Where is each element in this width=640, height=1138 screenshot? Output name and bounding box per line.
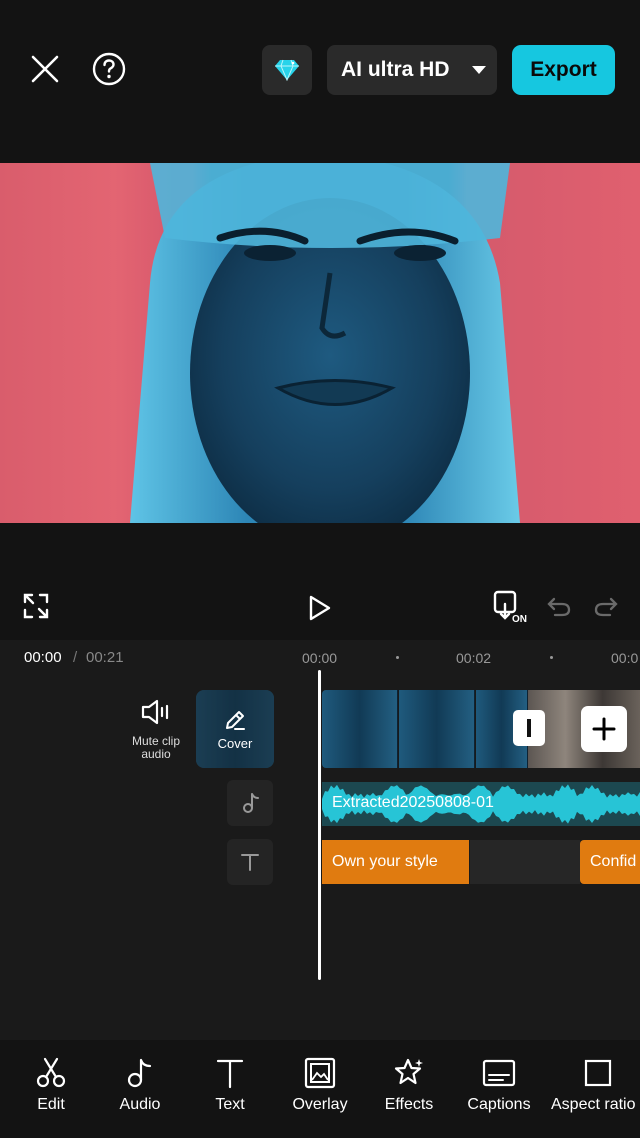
cover-overlay: Cover <box>196 690 274 768</box>
add-audio-track-button[interactable] <box>227 780 273 826</box>
chevron-down-icon <box>471 66 486 74</box>
cover-label: Cover <box>217 735 253 751</box>
redo-icon <box>594 597 618 617</box>
premium-button[interactable] <box>262 45 312 95</box>
fullscreen-icon <box>23 593 49 619</box>
tool-text[interactable]: Text <box>190 1056 270 1114</box>
fullscreen-button[interactable] <box>18 588 54 624</box>
text-track-gap <box>470 840 580 884</box>
tool-label: Audio <box>119 1096 161 1113</box>
cover-button[interactable]: Cover <box>196 690 274 768</box>
mute-label-line2: audio <box>141 747 171 761</box>
quality-dropdown[interactable]: AI ultra HD <box>327 45 497 95</box>
add-clip-button[interactable] <box>581 706 627 752</box>
plus-icon <box>592 717 616 741</box>
aspect-ratio-icon <box>581 1056 615 1090</box>
top-bar: AI ultra HD Export <box>0 0 640 140</box>
scissors-icon <box>34 1056 68 1090</box>
ruler-tick-label: 00:02 <box>456 650 492 666</box>
snap-on-badge: ON <box>512 614 527 625</box>
export-button[interactable]: Export <box>512 45 615 95</box>
time-separator: / <box>73 649 78 666</box>
undo-icon <box>547 597 571 617</box>
quality-label: AI ultra HD <box>341 58 450 81</box>
tool-label: Text <box>215 1096 245 1113</box>
diamond-icon <box>275 59 299 81</box>
close-button[interactable] <box>22 46 68 92</box>
help-button[interactable] <box>86 46 132 92</box>
audio-clip-label: Extracted20250808-01 <box>332 794 494 811</box>
video-frame-thumbnail <box>322 690 398 768</box>
tool-label: Edit <box>37 1096 65 1113</box>
play-button[interactable] <box>300 588 340 628</box>
video-preview[interactable] <box>0 163 640 523</box>
music-note-icon <box>123 1056 157 1090</box>
tool-label: Captions <box>467 1096 531 1113</box>
transition-button[interactable] <box>513 710 545 746</box>
tool-edit[interactable]: Edit <box>11 1056 91 1114</box>
captions-icon <box>482 1056 516 1090</box>
audio-clip-track[interactable]: Extracted20250808-01 <box>322 782 640 826</box>
bottom-toolbar: Edit Audio Text Overlay Effects Captions… <box>0 1040 640 1138</box>
redo-button[interactable] <box>590 590 622 622</box>
tool-effects[interactable]: Effects <box>369 1056 449 1114</box>
effects-star-icon <box>392 1056 426 1090</box>
text-clip[interactable]: Confid <box>580 840 640 884</box>
ruler-tick-label: 00:00 <box>302 650 338 666</box>
overlay-icon <box>303 1056 337 1090</box>
undo-button[interactable] <box>543 590 575 622</box>
text-icon <box>241 854 259 871</box>
tool-label: Overlay <box>292 1096 348 1113</box>
speaker-icon <box>141 699 169 725</box>
ruler-tick-label: 00:0 <box>611 650 639 666</box>
add-text-track-button[interactable] <box>227 839 273 885</box>
snap-toggle-button[interactable]: ON <box>490 586 534 630</box>
help-icon <box>92 52 126 86</box>
tool-label: Aspect ratio <box>551 1096 636 1113</box>
tool-captions[interactable]: Captions <box>459 1056 539 1114</box>
tool-audio[interactable]: Audio <box>100 1056 180 1114</box>
text-icon <box>213 1056 247 1090</box>
total-time: 00:21 <box>86 649 124 666</box>
close-icon <box>31 55 59 83</box>
playhead[interactable] <box>318 670 321 980</box>
current-time: 00:00 <box>24 649 62 666</box>
ruler-tick-dot <box>550 656 553 659</box>
music-note-icon <box>243 793 259 813</box>
preview-frame-image <box>130 163 520 523</box>
transition-icon <box>527 719 531 737</box>
tool-aspect-ratio[interactable]: Aspect ratio <box>549 1056 640 1114</box>
pencil-icon <box>226 710 245 730</box>
play-icon <box>309 595 331 621</box>
text-clip[interactable]: Own your style <box>322 840 469 884</box>
tool-label: Effects <box>384 1096 434 1113</box>
ruler-tick-dot <box>396 656 399 659</box>
mute-clip-audio-button[interactable]: Mute clip audio <box>120 698 192 768</box>
video-frame-thumbnail <box>399 690 475 768</box>
playback-controls: ON <box>0 580 640 636</box>
tool-overlay[interactable]: Overlay <box>280 1056 360 1114</box>
